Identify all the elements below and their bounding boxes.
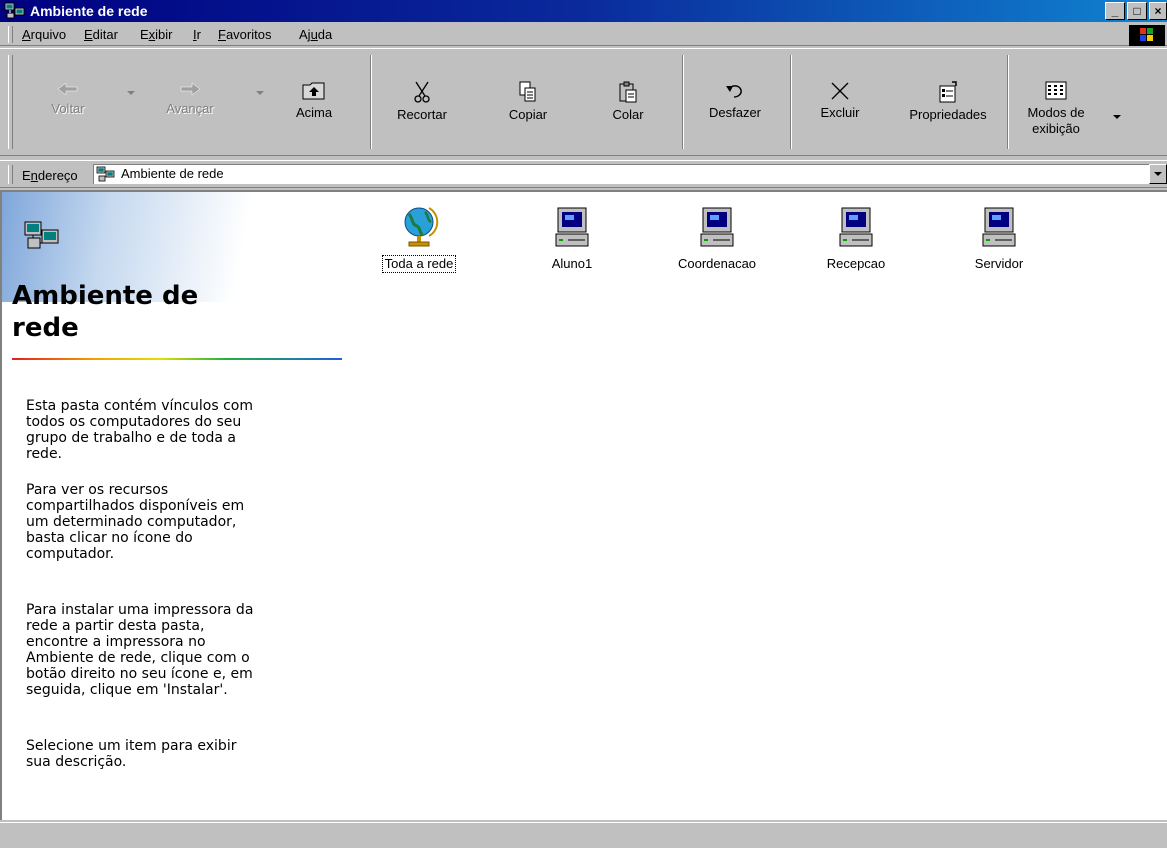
scissors-icon bbox=[414, 81, 430, 103]
item-toda-a-rede[interactable]: Toda a rede bbox=[359, 204, 479, 273]
toolbar-separator bbox=[682, 55, 684, 149]
panel-divider bbox=[12, 358, 342, 360]
menu-ir[interactable]: Ir bbox=[193, 27, 201, 43]
toolbar-separator bbox=[1007, 55, 1009, 149]
address-input[interactable]: Ambiente de rede bbox=[93, 164, 1149, 184]
toolbar-separator bbox=[790, 55, 792, 149]
maximize-icon: □ bbox=[1133, 4, 1141, 18]
menu-arquivo[interactable]: Arquivo bbox=[22, 27, 66, 43]
address-dropdown-button[interactable] bbox=[1149, 164, 1167, 184]
globe-icon bbox=[404, 207, 439, 247]
windows-logo bbox=[1129, 25, 1165, 46]
delete-button[interactable]: Excluir bbox=[808, 57, 872, 153]
standard-toolbar: Voltar Avançar Acima Recortar Copiar Col… bbox=[0, 48, 1167, 156]
arrow-right-icon bbox=[180, 82, 201, 96]
views-dropdown-arrow[interactable] bbox=[1113, 115, 1121, 119]
menu-bar-grip[interactable] bbox=[8, 26, 13, 43]
status-bar bbox=[0, 822, 1167, 848]
network-neighborhood-icon bbox=[96, 166, 115, 182]
panel-paragraph: Selecione um item para exibir sua descri… bbox=[26, 738, 237, 770]
panel-paragraph: Para ver os recursos compartilhados disp… bbox=[26, 482, 245, 562]
copy-button[interactable]: Copiar bbox=[490, 57, 566, 153]
paste-button[interactable]: Colar bbox=[590, 57, 666, 153]
item-aluno1[interactable]: Aluno1 bbox=[512, 204, 632, 272]
title-bar[interactable]: Ambiente de rede _ □ × bbox=[0, 0, 1167, 22]
menu-ajuda[interactable]: Ajuda bbox=[299, 27, 332, 43]
views-button[interactable]: Modos de exibição bbox=[1014, 57, 1098, 153]
window-title: Ambiente de rede bbox=[30, 3, 148, 19]
back-dropdown-arrow[interactable] bbox=[127, 91, 135, 95]
menu-bar: Arquivo Editar Exibir Ir Favoritos Ajuda bbox=[0, 24, 1167, 46]
minimize-icon: _ bbox=[1111, 4, 1119, 18]
item-coordenacao[interactable]: Coordenacao bbox=[657, 204, 777, 272]
arrow-left-icon bbox=[57, 82, 78, 96]
computer-icon bbox=[982, 207, 1016, 247]
address-bar-grip[interactable] bbox=[8, 165, 13, 184]
panel-paragraph: Esta pasta contém vínculos com todos os … bbox=[26, 398, 253, 462]
address-label: Endereço bbox=[22, 168, 78, 183]
close-button[interactable]: × bbox=[1149, 2, 1167, 20]
computer-icon bbox=[839, 207, 873, 247]
forward-dropdown-arrow[interactable] bbox=[256, 91, 264, 95]
properties-icon bbox=[939, 81, 957, 103]
close-icon: × bbox=[1154, 4, 1162, 18]
cut-button[interactable]: Recortar bbox=[382, 57, 462, 153]
address-value: Ambiente de rede bbox=[121, 166, 224, 181]
folder-up-icon bbox=[302, 82, 325, 100]
copy-icon bbox=[519, 81, 536, 102]
item-recepcao[interactable]: Recepcao bbox=[796, 204, 916, 272]
delete-x-icon bbox=[831, 82, 849, 100]
address-bar: Endereço Ambiente de rede bbox=[0, 160, 1167, 188]
back-button[interactable]: Voltar bbox=[36, 57, 100, 153]
properties-button[interactable]: Propriedades bbox=[898, 57, 998, 153]
views-grid-icon bbox=[1045, 81, 1067, 100]
forward-button[interactable]: Avançar bbox=[150, 57, 230, 153]
network-neighborhood-icon bbox=[4, 2, 25, 19]
up-button[interactable]: Acima bbox=[276, 57, 352, 153]
computer-icon bbox=[555, 207, 589, 247]
network-neighborhood-icon bbox=[24, 221, 59, 249]
panel-title: Ambiente de rede bbox=[12, 281, 199, 343]
menu-exibir[interactable]: Exibir bbox=[140, 27, 173, 43]
menu-editar[interactable]: Editar bbox=[84, 27, 118, 43]
toolbar-grip[interactable] bbox=[8, 55, 13, 149]
toolbar-separator bbox=[370, 55, 372, 149]
undo-button[interactable]: Desfazer bbox=[690, 57, 780, 153]
item-servidor[interactable]: Servidor bbox=[939, 204, 1059, 272]
maximize-button[interactable]: □ bbox=[1127, 2, 1147, 20]
folder-view[interactable]: Ambiente de rede Esta pasta contém víncu… bbox=[0, 190, 1167, 820]
web-view-panel: Ambiente de rede Esta pasta contém víncu… bbox=[2, 192, 342, 820]
computer-icon bbox=[700, 207, 734, 247]
windows-flag-icon bbox=[1140, 28, 1153, 41]
undo-icon bbox=[726, 85, 742, 98]
menu-favoritos[interactable]: Favoritos bbox=[218, 27, 271, 43]
panel-paragraph: Para instalar uma impressora da rede a p… bbox=[26, 602, 254, 698]
minimize-button[interactable]: _ bbox=[1105, 2, 1125, 20]
clipboard-icon bbox=[619, 81, 637, 103]
